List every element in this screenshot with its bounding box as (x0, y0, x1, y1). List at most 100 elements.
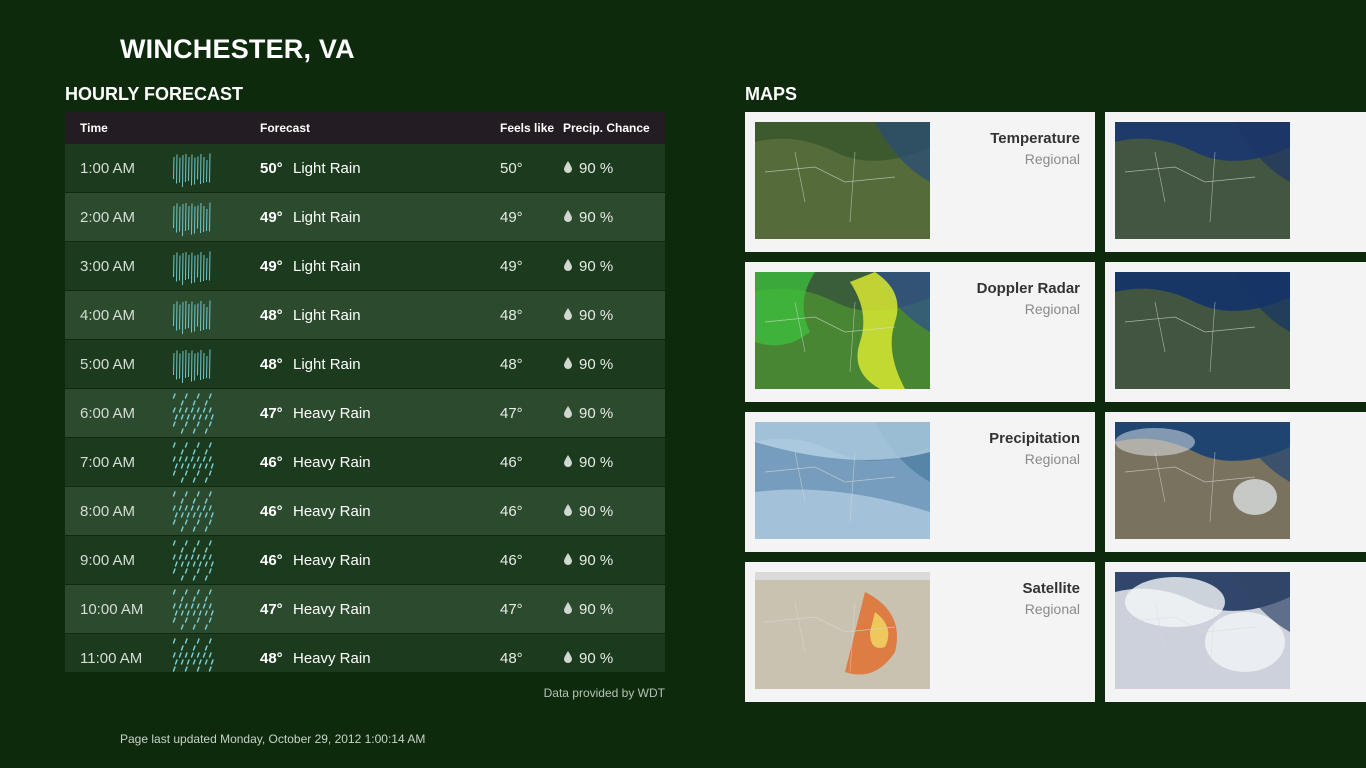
row-feels-like: 47° (500, 405, 523, 422)
row-precip-chance: 90 % (579, 601, 614, 618)
row-precip-chance: 90 % (579, 258, 614, 275)
row-precip-chance: 90 % (579, 356, 614, 373)
map-card-doppler-radar[interactable]: Doppler Radar Regional (745, 262, 1095, 402)
row-temperature: 50° (260, 160, 283, 177)
table-row: 10:00 AM 47° Heavy Rain 47° 90 % (65, 585, 665, 634)
raindrop-icon (563, 307, 573, 321)
row-feels-like: 48° (500, 307, 523, 324)
row-feels-like: 46° (500, 454, 523, 471)
light-rain-icon (170, 195, 216, 239)
map-thumbnail (755, 422, 930, 539)
column-header-forecast: Forecast (260, 121, 311, 135)
column-header-feels-like: Feels like (500, 121, 555, 135)
raindrop-icon (563, 552, 573, 566)
row-condition: Light Rain (293, 160, 361, 177)
raindrop-icon (563, 160, 573, 174)
raindrop-icon (563, 601, 573, 615)
table-row: 5:00 AM 48° Light Rain 48° 90 % (65, 340, 665, 389)
row-precip-chance: 90 % (579, 160, 614, 177)
row-temperature: 49° (260, 209, 283, 226)
map-thumbnail (1115, 572, 1290, 689)
row-condition: Heavy Rain (293, 454, 371, 471)
map-thumbnail (755, 572, 930, 689)
map-card-precipitation[interactable]: Precipitation Regional (745, 412, 1095, 552)
table-row: 7:00 AM 46° Heavy Rain 46° 90 % (65, 438, 665, 487)
map-card-dop[interactable]: Dop (1105, 262, 1366, 402)
row-temperature: 48° (260, 356, 283, 373)
column-header-precip-chance: Precip. Chance (563, 121, 650, 135)
row-feels-like: 49° (500, 258, 523, 275)
table-row: 11:00 AM 48° Heavy Rain 48° 90 % (65, 634, 665, 672)
heavy-rain-icon (170, 440, 216, 484)
row-condition: Light Rain (293, 258, 361, 275)
row-feels-like: 46° (500, 503, 523, 520)
raindrop-icon (563, 405, 573, 419)
map-card-temperature[interactable]: Temperature Regional (745, 112, 1095, 252)
row-precip-chance: 90 % (579, 307, 614, 324)
row-time: 6:00 AM (80, 405, 136, 422)
row-condition: Heavy Rain (293, 405, 371, 422)
row-temperature: 46° (260, 503, 283, 520)
heavy-rain-icon (170, 538, 216, 582)
row-temperature: 48° (260, 650, 283, 667)
row-temperature: 49° (260, 258, 283, 275)
row-condition: Light Rain (293, 209, 361, 226)
light-rain-icon (170, 293, 216, 337)
row-time: 11:00 AM (80, 650, 143, 667)
row-time: 5:00 AM (80, 356, 136, 373)
data-provider-note: Data provided by WDT (543, 686, 665, 700)
map-thumbnail (755, 122, 930, 239)
row-feels-like: 48° (500, 356, 523, 373)
map-subtitle: Regional (1024, 601, 1080, 617)
raindrop-icon (563, 650, 573, 664)
heavy-rain-icon (170, 636, 216, 672)
row-temperature: 46° (260, 454, 283, 471)
row-precip-chance: 90 % (579, 454, 614, 471)
raindrop-icon (563, 258, 573, 272)
map-subtitle: Regional (1024, 301, 1080, 317)
row-condition: Light Rain (293, 307, 361, 324)
map-card-te[interactable]: Te (1105, 112, 1366, 252)
row-feels-like: 46° (500, 552, 523, 569)
row-condition: Heavy Rain (293, 503, 371, 520)
map-title: Temperature (990, 130, 1080, 147)
weather-app: WINCHESTER, VA HOURLY FORECAST MAPS Time… (0, 0, 1366, 768)
raindrop-icon (563, 209, 573, 223)
map-card-pr[interactable]: Pr (1105, 412, 1366, 552)
table-row: 4:00 AM 48° Light Rain 48° 90 % (65, 291, 665, 340)
map-card-satellite[interactable]: Satellite Regional (745, 562, 1095, 702)
hourly-rows: 1:00 AM 50° Light Rain 50° 90 % 2:00 AM 49° Lig… (65, 144, 665, 672)
row-time: 4:00 AM (80, 307, 136, 324)
row-condition: Heavy Rain (293, 650, 371, 667)
table-row: 1:00 AM 50° Light Rain 50° 90 % (65, 144, 665, 193)
row-precip-chance: 90 % (579, 405, 614, 422)
row-precip-chance: 90 % (579, 552, 614, 569)
row-temperature: 48° (260, 307, 283, 324)
last-updated-text: Page last updated Monday, October 29, 20… (120, 732, 426, 746)
maps-title[interactable]: MAPS (745, 84, 797, 105)
raindrop-icon (563, 454, 573, 468)
map-thumbnail (1115, 422, 1290, 539)
map-thumbnail (1115, 272, 1290, 389)
table-row: 8:00 AM 46° Heavy Rain 46° 90 % (65, 487, 665, 536)
map-title: Satellite (1022, 580, 1080, 597)
row-time: 2:00 AM (80, 209, 136, 226)
light-rain-icon (170, 342, 216, 386)
row-time: 7:00 AM (80, 454, 136, 471)
table-row: 3:00 AM 49° Light Rain 49° 90 % (65, 242, 665, 291)
row-precip-chance: 90 % (579, 503, 614, 520)
heavy-rain-icon (170, 587, 216, 631)
row-condition: Heavy Rain (293, 552, 371, 569)
table-row: 2:00 AM 49° Light Rain 49° 90 % (65, 193, 665, 242)
row-temperature: 46° (260, 552, 283, 569)
row-feels-like: 48° (500, 650, 523, 667)
heavy-rain-icon (170, 489, 216, 533)
row-precip-chance: 90 % (579, 650, 614, 667)
table-header: Time Forecast Feels like Precip. Chance (65, 112, 665, 144)
map-title: Doppler Radar (976, 280, 1080, 297)
light-rain-icon (170, 244, 216, 288)
map-card-cl[interactable]: Cl (1105, 562, 1366, 702)
map-thumbnail (1115, 122, 1290, 239)
table-row: 6:00 AM 47° Heavy Rain 47° 90 % (65, 389, 665, 438)
hourly-forecast-title[interactable]: HOURLY FORECAST (65, 84, 243, 105)
